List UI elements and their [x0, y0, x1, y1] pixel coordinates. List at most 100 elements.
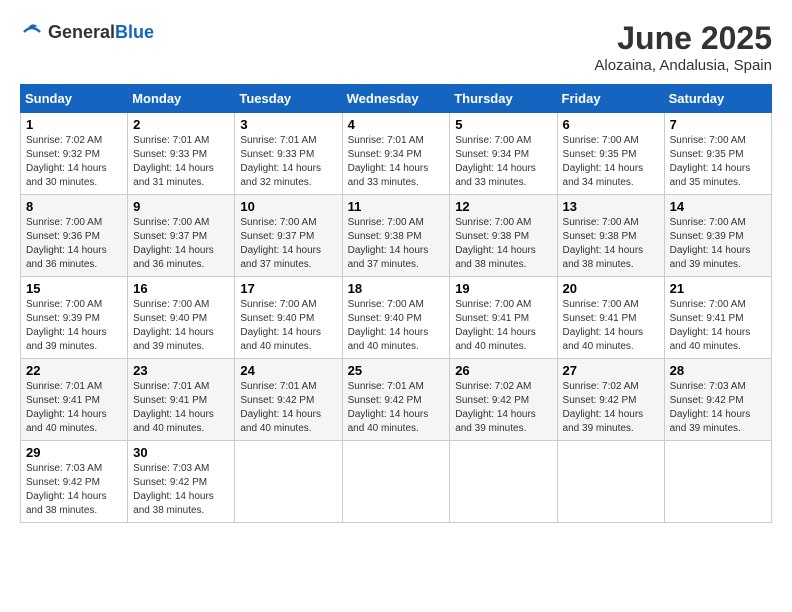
header-monday: Monday [128, 85, 235, 113]
day-number: 2 [133, 117, 229, 132]
header-wednesday: Wednesday [342, 85, 450, 113]
calendar-day-14: 14 Sunrise: 7:00 AM Sunset: 9:39 PM Dayl… [664, 195, 771, 277]
logo-text: GeneralBlue [48, 22, 154, 43]
calendar-week-5: 29 Sunrise: 7:03 AM Sunset: 9:42 PM Dayl… [21, 441, 772, 523]
day-info: Sunrise: 7:03 AM Sunset: 9:42 PM Dayligh… [133, 462, 229, 518]
calendar-day-28: 28 Sunrise: 7:03 AM Sunset: 9:42 PM Dayl… [664, 359, 771, 441]
day-info: Sunrise: 7:01 AM Sunset: 9:33 PM Dayligh… [133, 134, 229, 190]
month-title: June 2025 [594, 20, 772, 57]
day-info: Sunrise: 7:01 AM Sunset: 9:34 PM Dayligh… [348, 134, 445, 190]
day-number: 10 [240, 199, 336, 214]
day-info: Sunrise: 7:00 AM Sunset: 9:38 PM Dayligh… [563, 216, 659, 272]
calendar-day-26: 26 Sunrise: 7:02 AM Sunset: 9:42 PM Dayl… [450, 359, 557, 441]
calendar-day-23: 23 Sunrise: 7:01 AM Sunset: 9:41 PM Dayl… [128, 359, 235, 441]
day-info: Sunrise: 7:00 AM Sunset: 9:41 PM Dayligh… [563, 298, 659, 354]
calendar: Sunday Monday Tuesday Wednesday Thursday… [20, 84, 772, 523]
day-info: Sunrise: 7:00 AM Sunset: 9:40 PM Dayligh… [240, 298, 336, 354]
header-thursday: Thursday [450, 85, 557, 113]
day-info: Sunrise: 7:00 AM Sunset: 9:37 PM Dayligh… [133, 216, 229, 272]
calendar-day-16: 16 Sunrise: 7:00 AM Sunset: 9:40 PM Dayl… [128, 277, 235, 359]
calendar-week-3: 15 Sunrise: 7:00 AM Sunset: 9:39 PM Dayl… [21, 277, 772, 359]
calendar-day-27: 27 Sunrise: 7:02 AM Sunset: 9:42 PM Dayl… [557, 359, 664, 441]
day-info: Sunrise: 7:00 AM Sunset: 9:39 PM Dayligh… [670, 216, 766, 272]
day-number: 8 [26, 199, 122, 214]
day-info: Sunrise: 7:01 AM Sunset: 9:42 PM Dayligh… [348, 380, 445, 436]
day-info: Sunrise: 7:00 AM Sunset: 9:35 PM Dayligh… [670, 134, 766, 190]
calendar-day-13: 13 Sunrise: 7:00 AM Sunset: 9:38 PM Dayl… [557, 195, 664, 277]
day-number: 23 [133, 363, 229, 378]
calendar-day-11: 11 Sunrise: 7:00 AM Sunset: 9:38 PM Dayl… [342, 195, 450, 277]
day-info: Sunrise: 7:00 AM Sunset: 9:36 PM Dayligh… [26, 216, 122, 272]
day-info: Sunrise: 7:01 AM Sunset: 9:33 PM Dayligh… [240, 134, 336, 190]
day-number: 1 [26, 117, 122, 132]
calendar-day-9: 9 Sunrise: 7:00 AM Sunset: 9:37 PM Dayli… [128, 195, 235, 277]
calendar-day-null [235, 441, 342, 523]
calendar-day-12: 12 Sunrise: 7:00 AM Sunset: 9:38 PM Dayl… [450, 195, 557, 277]
header-friday: Friday [557, 85, 664, 113]
calendar-week-2: 8 Sunrise: 7:00 AM Sunset: 9:36 PM Dayli… [21, 195, 772, 277]
day-info: Sunrise: 7:00 AM Sunset: 9:41 PM Dayligh… [455, 298, 551, 354]
calendar-week-4: 22 Sunrise: 7:01 AM Sunset: 9:41 PM Dayl… [21, 359, 772, 441]
day-number: 24 [240, 363, 336, 378]
day-number: 11 [348, 199, 445, 214]
calendar-day-15: 15 Sunrise: 7:00 AM Sunset: 9:39 PM Dayl… [21, 277, 128, 359]
day-info: Sunrise: 7:00 AM Sunset: 9:34 PM Dayligh… [455, 134, 551, 190]
day-info: Sunrise: 7:00 AM Sunset: 9:40 PM Dayligh… [133, 298, 229, 354]
day-number: 7 [670, 117, 766, 132]
calendar-day-null [557, 441, 664, 523]
calendar-day-19: 19 Sunrise: 7:00 AM Sunset: 9:41 PM Dayl… [450, 277, 557, 359]
calendar-day-29: 29 Sunrise: 7:03 AM Sunset: 9:42 PM Dayl… [21, 441, 128, 523]
day-number: 15 [26, 281, 122, 296]
header-sunday: Sunday [21, 85, 128, 113]
day-info: Sunrise: 7:00 AM Sunset: 9:40 PM Dayligh… [348, 298, 445, 354]
day-info: Sunrise: 7:02 AM Sunset: 9:32 PM Dayligh… [26, 134, 122, 190]
day-number: 6 [563, 117, 659, 132]
day-info: Sunrise: 7:02 AM Sunset: 9:42 PM Dayligh… [455, 380, 551, 436]
calendar-day-6: 6 Sunrise: 7:00 AM Sunset: 9:35 PM Dayli… [557, 113, 664, 195]
title-area: June 2025 Alozaina, Andalusia, Spain [594, 20, 772, 74]
calendar-day-22: 22 Sunrise: 7:01 AM Sunset: 9:41 PM Dayl… [21, 359, 128, 441]
day-number: 9 [133, 199, 229, 214]
day-number: 3 [240, 117, 336, 132]
day-number: 16 [133, 281, 229, 296]
calendar-day-10: 10 Sunrise: 7:00 AM Sunset: 9:37 PM Dayl… [235, 195, 342, 277]
day-info: Sunrise: 7:00 AM Sunset: 9:38 PM Dayligh… [348, 216, 445, 272]
day-info: Sunrise: 7:00 AM Sunset: 9:39 PM Dayligh… [26, 298, 122, 354]
day-number: 18 [348, 281, 445, 296]
day-info: Sunrise: 7:03 AM Sunset: 9:42 PM Dayligh… [26, 462, 122, 518]
calendar-day-null [342, 441, 450, 523]
day-info: Sunrise: 7:00 AM Sunset: 9:38 PM Dayligh… [455, 216, 551, 272]
calendar-day-4: 4 Sunrise: 7:01 AM Sunset: 9:34 PM Dayli… [342, 113, 450, 195]
day-number: 4 [348, 117, 445, 132]
calendar-day-25: 25 Sunrise: 7:01 AM Sunset: 9:42 PM Dayl… [342, 359, 450, 441]
calendar-day-18: 18 Sunrise: 7:00 AM Sunset: 9:40 PM Dayl… [342, 277, 450, 359]
day-info: Sunrise: 7:01 AM Sunset: 9:42 PM Dayligh… [240, 380, 336, 436]
day-number: 25 [348, 363, 445, 378]
header-tuesday: Tuesday [235, 85, 342, 113]
day-number: 26 [455, 363, 551, 378]
calendar-day-null [450, 441, 557, 523]
calendar-day-24: 24 Sunrise: 7:01 AM Sunset: 9:42 PM Dayl… [235, 359, 342, 441]
logo-blue: Blue [115, 22, 154, 42]
calendar-day-1: 1 Sunrise: 7:02 AM Sunset: 9:32 PM Dayli… [21, 113, 128, 195]
day-info: Sunrise: 7:02 AM Sunset: 9:42 PM Dayligh… [563, 380, 659, 436]
calendar-day-7: 7 Sunrise: 7:00 AM Sunset: 9:35 PM Dayli… [664, 113, 771, 195]
header: GeneralBlue June 2025 Alozaina, Andalusi… [20, 20, 772, 74]
logo-icon [20, 20, 44, 44]
day-number: 21 [670, 281, 766, 296]
calendar-day-3: 3 Sunrise: 7:01 AM Sunset: 9:33 PM Dayli… [235, 113, 342, 195]
day-number: 5 [455, 117, 551, 132]
calendar-week-1: 1 Sunrise: 7:02 AM Sunset: 9:32 PM Dayli… [21, 113, 772, 195]
logo-general: General [48, 22, 115, 42]
calendar-day-2: 2 Sunrise: 7:01 AM Sunset: 9:33 PM Dayli… [128, 113, 235, 195]
calendar-day-20: 20 Sunrise: 7:00 AM Sunset: 9:41 PM Dayl… [557, 277, 664, 359]
day-number: 19 [455, 281, 551, 296]
calendar-day-17: 17 Sunrise: 7:00 AM Sunset: 9:40 PM Dayl… [235, 277, 342, 359]
day-info: Sunrise: 7:00 AM Sunset: 9:37 PM Dayligh… [240, 216, 336, 272]
day-number: 12 [455, 199, 551, 214]
calendar-day-21: 21 Sunrise: 7:00 AM Sunset: 9:41 PM Dayl… [664, 277, 771, 359]
day-number: 22 [26, 363, 122, 378]
day-info: Sunrise: 7:00 AM Sunset: 9:41 PM Dayligh… [670, 298, 766, 354]
header-saturday: Saturday [664, 85, 771, 113]
logo: GeneralBlue [20, 20, 154, 44]
